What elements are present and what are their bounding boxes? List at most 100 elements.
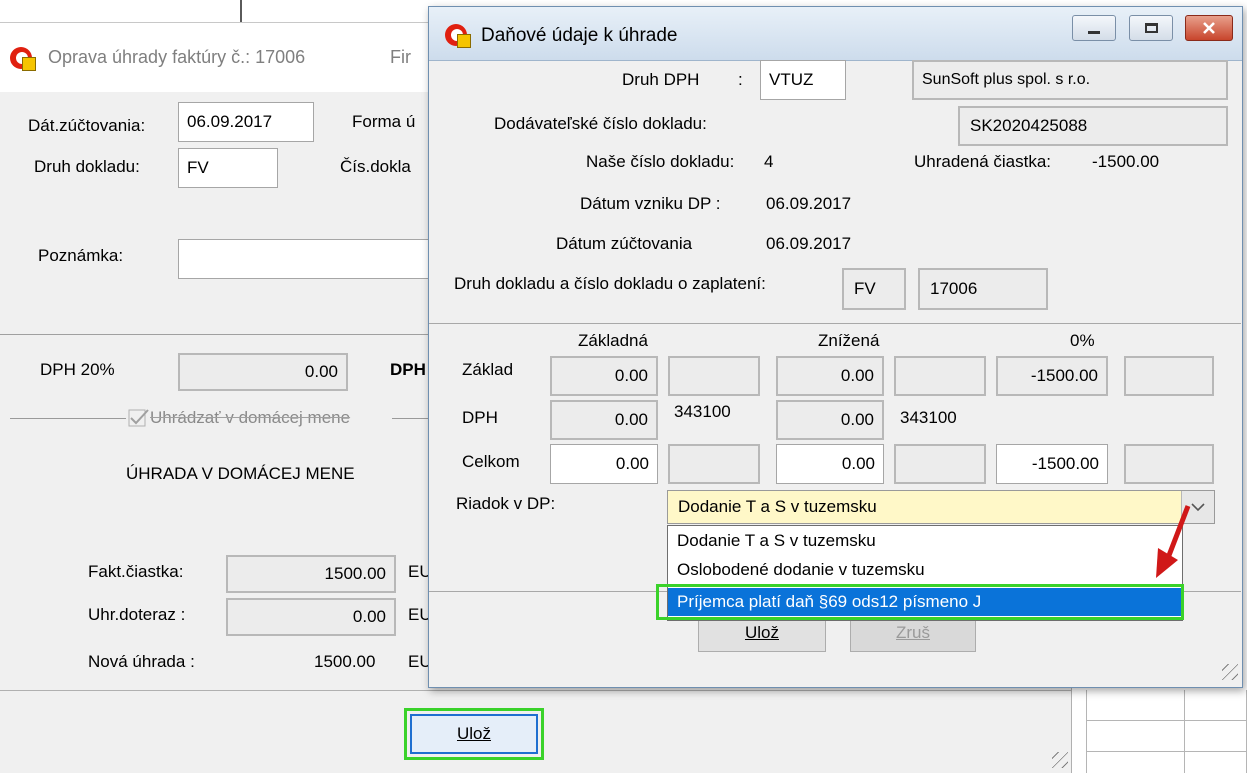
dodavatelske-cislo-field: SK2020425088 xyxy=(958,106,1228,146)
bg-save-button[interactable]: Ulož xyxy=(410,714,538,754)
section-heading: ÚHRADA V DOMÁCEJ MENE xyxy=(126,464,355,483)
spreadsheet-fragment xyxy=(1072,690,1247,773)
col-nula-header: 0% xyxy=(1070,331,1095,350)
druh-dph-value: VTUZ xyxy=(769,70,814,89)
zaplatenie-cislo-value: 17006 xyxy=(930,279,978,298)
zaklad-nula-field: -1500.00 xyxy=(996,356,1108,396)
uhradena-ciastka-value: -1500.00 xyxy=(1092,152,1160,171)
dat-zuctovania-label: Dát.zúčtovania: xyxy=(28,116,146,135)
close-icon xyxy=(1186,16,1232,40)
datum-vzniku-value: 06.09.2017 xyxy=(766,194,852,213)
nova-uhrada-value: 1500.00 xyxy=(314,652,376,671)
uhradena-ciastka-label: Uhradená čiastka: xyxy=(914,152,1052,171)
zaklad-znizena-value: 0.00 xyxy=(840,366,874,385)
zaplatenie-cislo-field: 17006 xyxy=(918,268,1048,310)
separator xyxy=(0,334,430,335)
zaklad-nula-value: -1500.00 xyxy=(1030,366,1098,385)
group-line-left xyxy=(10,418,126,419)
zaklad-znizena-ucet-field xyxy=(894,356,986,396)
resize-grip-icon[interactable] xyxy=(1052,752,1068,768)
uhr-doteraz-value: 0.00 xyxy=(352,607,386,626)
footer-separator xyxy=(0,690,1072,691)
riadok-dp-select[interactable]: Dodanie T a S v tuzemsku xyxy=(667,490,1215,524)
fakt-ciastka-label: Fakt.čiastka: xyxy=(88,562,184,581)
celkom-znizena-value: 0.00 xyxy=(841,454,875,473)
dph-cut-label: DPH xyxy=(390,360,426,379)
bg-save-button-label: Ulož xyxy=(456,724,491,743)
celkom-nula-value: -1500.00 xyxy=(1031,454,1099,473)
dropdown-option[interactable]: Oslobodené dodanie v tuzemsku xyxy=(668,556,1182,584)
celkom-znizena-ucet-field xyxy=(894,444,986,484)
celkom-nula-ucet-field xyxy=(1124,444,1214,484)
row-celkom-label: Celkom xyxy=(462,452,520,471)
group-line-right xyxy=(392,418,430,419)
druh-dokladu-label: Druh dokladu: xyxy=(34,157,140,176)
app-logo-icon xyxy=(10,45,36,71)
row-dph-label: DPH xyxy=(462,408,498,427)
celkom-znizena-input[interactable]: 0.00 xyxy=(776,444,884,484)
fakt-ciastka-value: 1500.00 xyxy=(324,564,386,583)
zaklad-zakladna-value: 0.00 xyxy=(614,366,648,385)
celkom-zakladna-input[interactable]: 0.00 xyxy=(550,444,658,484)
dph20-label: DPH 20% xyxy=(40,360,115,379)
col-zakladna-header: Základná xyxy=(578,331,648,350)
zaklad-zakladna-field: 0.00 xyxy=(550,356,658,396)
grid-line xyxy=(1086,751,1247,752)
dat-zuctovania-value: 06.09.2017 xyxy=(187,112,273,131)
close-button[interactable] xyxy=(1185,15,1233,41)
dph20-value: 0.00 xyxy=(304,362,338,381)
druh-cislo-zaplatenia-label: Druh dokladu a číslo dokladu o zaplatení… xyxy=(454,274,766,293)
druh-dph-input[interactable]: VTUZ xyxy=(760,60,846,100)
minimize-button[interactable] xyxy=(1072,15,1116,41)
poznamka-input[interactable] xyxy=(178,239,430,279)
zaplatenie-druh-field: FV xyxy=(842,268,906,310)
dph-znizena-field: 0.00 xyxy=(776,400,884,440)
datum-zuctovania-label: Dátum zúčtovania xyxy=(556,234,693,253)
minimize-icon xyxy=(1073,16,1115,40)
annotation-arrow-icon xyxy=(1156,505,1191,578)
dph-znizena-value: 0.00 xyxy=(840,410,874,429)
druh-dokladu-value: FV xyxy=(187,158,209,177)
dph-zakladna-field: 0.00 xyxy=(550,400,658,440)
background-window-title-suffix: Fir xyxy=(390,47,411,67)
company-name: SunSoft plus spol. s r.o. xyxy=(922,71,1091,88)
dialog-save-button-label: Ulož xyxy=(744,623,779,642)
dph-zakladna-ucet: 343100 xyxy=(674,402,731,421)
celkom-zakladna-value: 0.00 xyxy=(615,454,649,473)
col-znizena-header: Znížená xyxy=(818,331,880,350)
dph20-field: 0.00 xyxy=(178,353,348,391)
celkom-zakladna-ucet-field xyxy=(668,444,760,484)
uhradzat-checkbox-label: Uhrádzať v domácej mene xyxy=(150,408,351,427)
uhr-doteraz-label: Uhr.doteraz : xyxy=(88,605,186,624)
zaklad-znizena-field: 0.00 xyxy=(776,356,884,396)
poznamka-label: Poznámka: xyxy=(38,246,124,265)
dat-zuctovania-input[interactable]: 06.09.2017 xyxy=(178,102,314,142)
datum-zuctovania-value: 06.09.2017 xyxy=(766,234,852,253)
druh-dph-label: Druh DPH xyxy=(622,70,700,89)
dialog-titlebar: Daňové údaje k úhrade xyxy=(429,7,1242,61)
dph-zakladna-value: 0.00 xyxy=(614,410,648,429)
grid-line xyxy=(1184,690,1185,773)
company-field: SunSoft plus spol. s r.o. xyxy=(912,60,1228,100)
resize-grip-icon[interactable] xyxy=(1222,664,1238,680)
forma-uhrady-label: Forma ú xyxy=(352,112,416,131)
app-logo-icon xyxy=(445,22,471,48)
maximize-button[interactable] xyxy=(1129,15,1173,41)
zaklad-nula-ucet-field xyxy=(1124,356,1214,396)
nase-cislo-label: Naše číslo dokladu: xyxy=(586,152,735,171)
druh-dph-colon: : xyxy=(738,70,743,89)
nova-uhrada-label: Nová úhrada : xyxy=(88,652,195,671)
zaplatenie-druh-value: FV xyxy=(854,279,876,298)
uhradzat-checkbox[interactable]: Uhrádzať v domácej mene xyxy=(128,408,350,428)
nase-cislo-value: 4 xyxy=(764,152,774,171)
row-zaklad-label: Základ xyxy=(462,360,514,379)
riadok-dp-selected-value: Dodanie T a S v tuzemsku xyxy=(678,497,877,516)
dropdown-option[interactable]: Dodanie T a S v tuzemsku xyxy=(668,527,1182,555)
datum-vzniku-label: Dátum vzniku DP : xyxy=(580,194,721,213)
dodavatelske-cislo-label: Dodávateľské číslo dokladu: xyxy=(494,114,707,133)
dialog-title: Daňové údaje k úhrade xyxy=(481,25,678,46)
maximize-icon xyxy=(1130,16,1172,40)
druh-dokladu-input[interactable]: FV xyxy=(178,148,278,188)
celkom-nula-input[interactable]: -1500.00 xyxy=(996,444,1108,484)
grid-line xyxy=(1086,720,1247,721)
